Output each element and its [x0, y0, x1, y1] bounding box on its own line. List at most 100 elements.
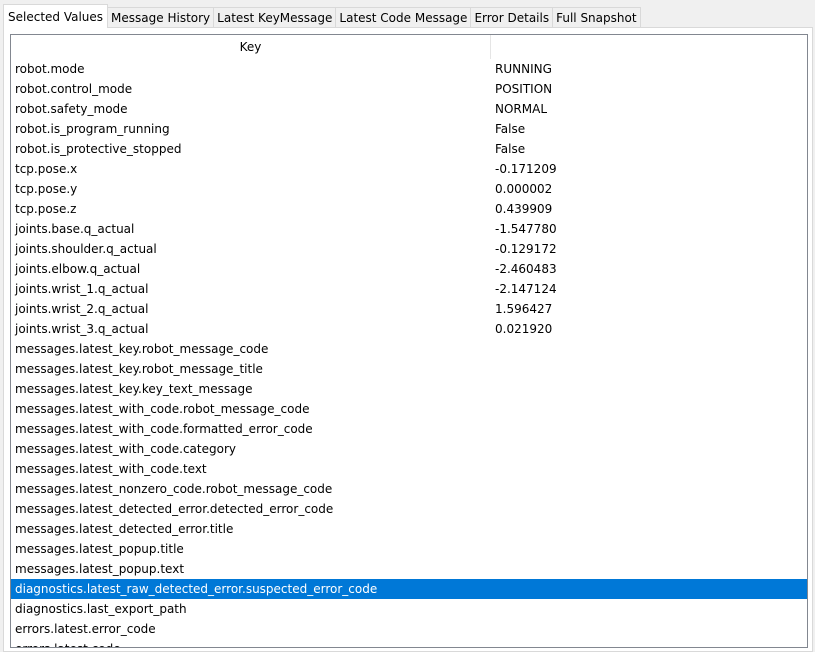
- row-value: -1.547780: [495, 222, 557, 236]
- table-row[interactable]: robot.is_program_running False: [11, 119, 807, 139]
- tab-latest-keymessage[interactable]: Latest KeyMessage: [213, 7, 337, 28]
- row-value: NORMAL: [495, 102, 548, 116]
- row-key: messages.latest_popup.text: [15, 562, 185, 576]
- row-key: messages.latest_with_code.formatted_erro…: [15, 422, 313, 436]
- tab-message-history[interactable]: Message History: [107, 7, 215, 28]
- table-row[interactable]: joints.base.q_actual -1.547780: [11, 219, 807, 239]
- table-row[interactable]: errors.latest.error_code: [11, 619, 807, 639]
- table-row[interactable]: messages.latest_with_code.text: [11, 459, 807, 479]
- table-row[interactable]: messages.latest_detected_error.detected_…: [11, 499, 807, 519]
- table-row[interactable]: messages.latest_key.key_text_message: [11, 379, 807, 399]
- row-value: [491, 399, 807, 419]
- row-value: False: [495, 122, 526, 136]
- table-row[interactable]: joints.wrist_2.q_actual 1.596427: [11, 299, 807, 319]
- row-key: errors.latest.error_code: [15, 622, 156, 636]
- table-row[interactable]: messages.latest_popup.text: [11, 559, 807, 579]
- table-row[interactable]: tcp.pose.x -0.171209: [11, 159, 807, 179]
- tab-bar: Selected Values Message History Latest K…: [3, 4, 641, 28]
- row-key: robot.is_program_running: [15, 122, 170, 136]
- row-value: False: [495, 142, 526, 156]
- row-value: 0.021920: [495, 322, 553, 336]
- row-value: 1.596427: [495, 302, 553, 316]
- table-row[interactable]: messages.latest_popup.title: [11, 539, 807, 559]
- row-key: joints.wrist_1.q_actual: [15, 282, 149, 296]
- row-key: joints.shoulder.q_actual: [15, 242, 157, 256]
- table-row[interactable]: joints.wrist_1.q_actual -2.147124: [11, 279, 807, 299]
- row-value: -0.129172: [495, 242, 557, 256]
- row-key: robot.control_mode: [15, 82, 133, 96]
- row-value: [491, 519, 807, 539]
- table-row[interactable]: messages.latest_detected_error.title: [11, 519, 807, 539]
- table-row[interactable]: messages.latest_with_code.category: [11, 439, 807, 459]
- row-value: [491, 339, 807, 359]
- row-value: [491, 539, 807, 559]
- row-key: tcp.pose.y: [15, 182, 78, 196]
- table-row[interactable]: robot.mode RUNNING: [11, 59, 807, 79]
- row-key: messages.latest_key.robot_message_code: [15, 342, 269, 356]
- column-header-value[interactable]: [491, 35, 807, 59]
- row-key: robot.safety_mode: [15, 102, 128, 116]
- table-row[interactable]: errors.latest.code: [11, 639, 807, 647]
- tab-latest-code-message[interactable]: Latest Code Message: [335, 7, 472, 28]
- table-row[interactable]: joints.elbow.q_actual -2.460483: [11, 259, 807, 279]
- values-table[interactable]: Key robot.mode RUNNING robot.control_mode P…: [10, 34, 808, 648]
- table-row[interactable]: robot.safety_mode NORMAL: [11, 99, 807, 119]
- table-row[interactable]: messages.latest_with_code.formatted_erro…: [11, 419, 807, 439]
- row-value: [491, 359, 807, 379]
- row-value: [491, 579, 807, 599]
- row-key: messages.latest_with_code.category: [15, 442, 236, 456]
- row-key: tcp.pose.x: [15, 162, 78, 176]
- table-row[interactable]: messages.latest_key.robot_message_title: [11, 359, 807, 379]
- tab-content-pane: Key robot.mode RUNNING robot.control_mode P…: [3, 27, 813, 652]
- row-key: robot.is_protective_stopped: [15, 142, 182, 156]
- row-key: robot.mode: [15, 62, 85, 76]
- row-value: 0.439909: [495, 202, 553, 216]
- row-key: messages.latest_with_code.robot_message_…: [15, 402, 310, 416]
- table-body: robot.mode RUNNING robot.control_mode POSIT…: [11, 59, 807, 647]
- row-value: [491, 479, 807, 499]
- row-key: messages.latest_popup.title: [15, 542, 184, 556]
- row-key: messages.latest_detected_error.detected_…: [15, 502, 334, 516]
- row-value: -0.171209: [495, 162, 557, 176]
- row-key: diagnostics.last_export_path: [15, 602, 187, 616]
- row-value: [491, 619, 807, 639]
- row-key: joints.elbow.q_actual: [15, 262, 141, 276]
- row-value: [491, 639, 807, 647]
- row-value: [491, 439, 807, 459]
- table-row[interactable]: joints.shoulder.q_actual -0.129172: [11, 239, 807, 259]
- tab-error-details[interactable]: Error Details: [470, 7, 554, 28]
- table-row[interactable]: robot.control_mode POSITION: [11, 79, 807, 99]
- row-value: [491, 459, 807, 479]
- row-key: diagnostics.latest_raw_detected_error.su…: [15, 582, 378, 596]
- table-row[interactable]: diagnostics.latest_raw_detected_error.su…: [11, 579, 807, 599]
- row-value: -2.147124: [495, 282, 557, 296]
- row-value: [491, 499, 807, 519]
- row-key: messages.latest_with_code.text: [15, 462, 207, 476]
- row-value: POSITION: [495, 82, 553, 96]
- row-key: tcp.pose.z: [15, 202, 77, 216]
- table-row[interactable]: diagnostics.last_export_path: [11, 599, 807, 619]
- table-row[interactable]: messages.latest_key.robot_message_code: [11, 339, 807, 359]
- row-key: errors.latest.code: [11, 639, 491, 647]
- row-value: RUNNING: [495, 62, 552, 76]
- table-row[interactable]: tcp.pose.y 0.000002: [11, 179, 807, 199]
- table-row[interactable]: tcp.pose.z 0.439909: [11, 199, 807, 219]
- row-key: joints.base.q_actual: [15, 222, 135, 236]
- column-header-key[interactable]: Key: [11, 35, 491, 59]
- tab-selected-values[interactable]: Selected Values: [3, 4, 109, 28]
- table-row[interactable]: messages.latest_nonzero_code.robot_messa…: [11, 479, 807, 499]
- table-row[interactable]: messages.latest_with_code.robot_message_…: [11, 399, 807, 419]
- row-value: -2.460483: [495, 262, 557, 276]
- row-key: messages.latest_key.robot_message_title: [15, 362, 263, 376]
- row-value: [491, 419, 807, 439]
- row-key: messages.latest_detected_error.title: [15, 522, 234, 536]
- tab-full-snapshot[interactable]: Full Snapshot: [552, 7, 641, 28]
- table-row[interactable]: robot.is_protective_stopped False: [11, 139, 807, 159]
- row-value: 0.000002: [495, 182, 553, 196]
- row-key: messages.latest_nonzero_code.robot_messa…: [15, 482, 333, 496]
- row-key: messages.latest_key.key_text_message: [15, 382, 253, 396]
- row-key: joints.wrist_2.q_actual: [15, 302, 149, 316]
- row-key: joints.wrist_3.q_actual: [15, 322, 149, 336]
- table-row[interactable]: joints.wrist_3.q_actual 0.021920: [11, 319, 807, 339]
- table-header: Key: [11, 35, 807, 59]
